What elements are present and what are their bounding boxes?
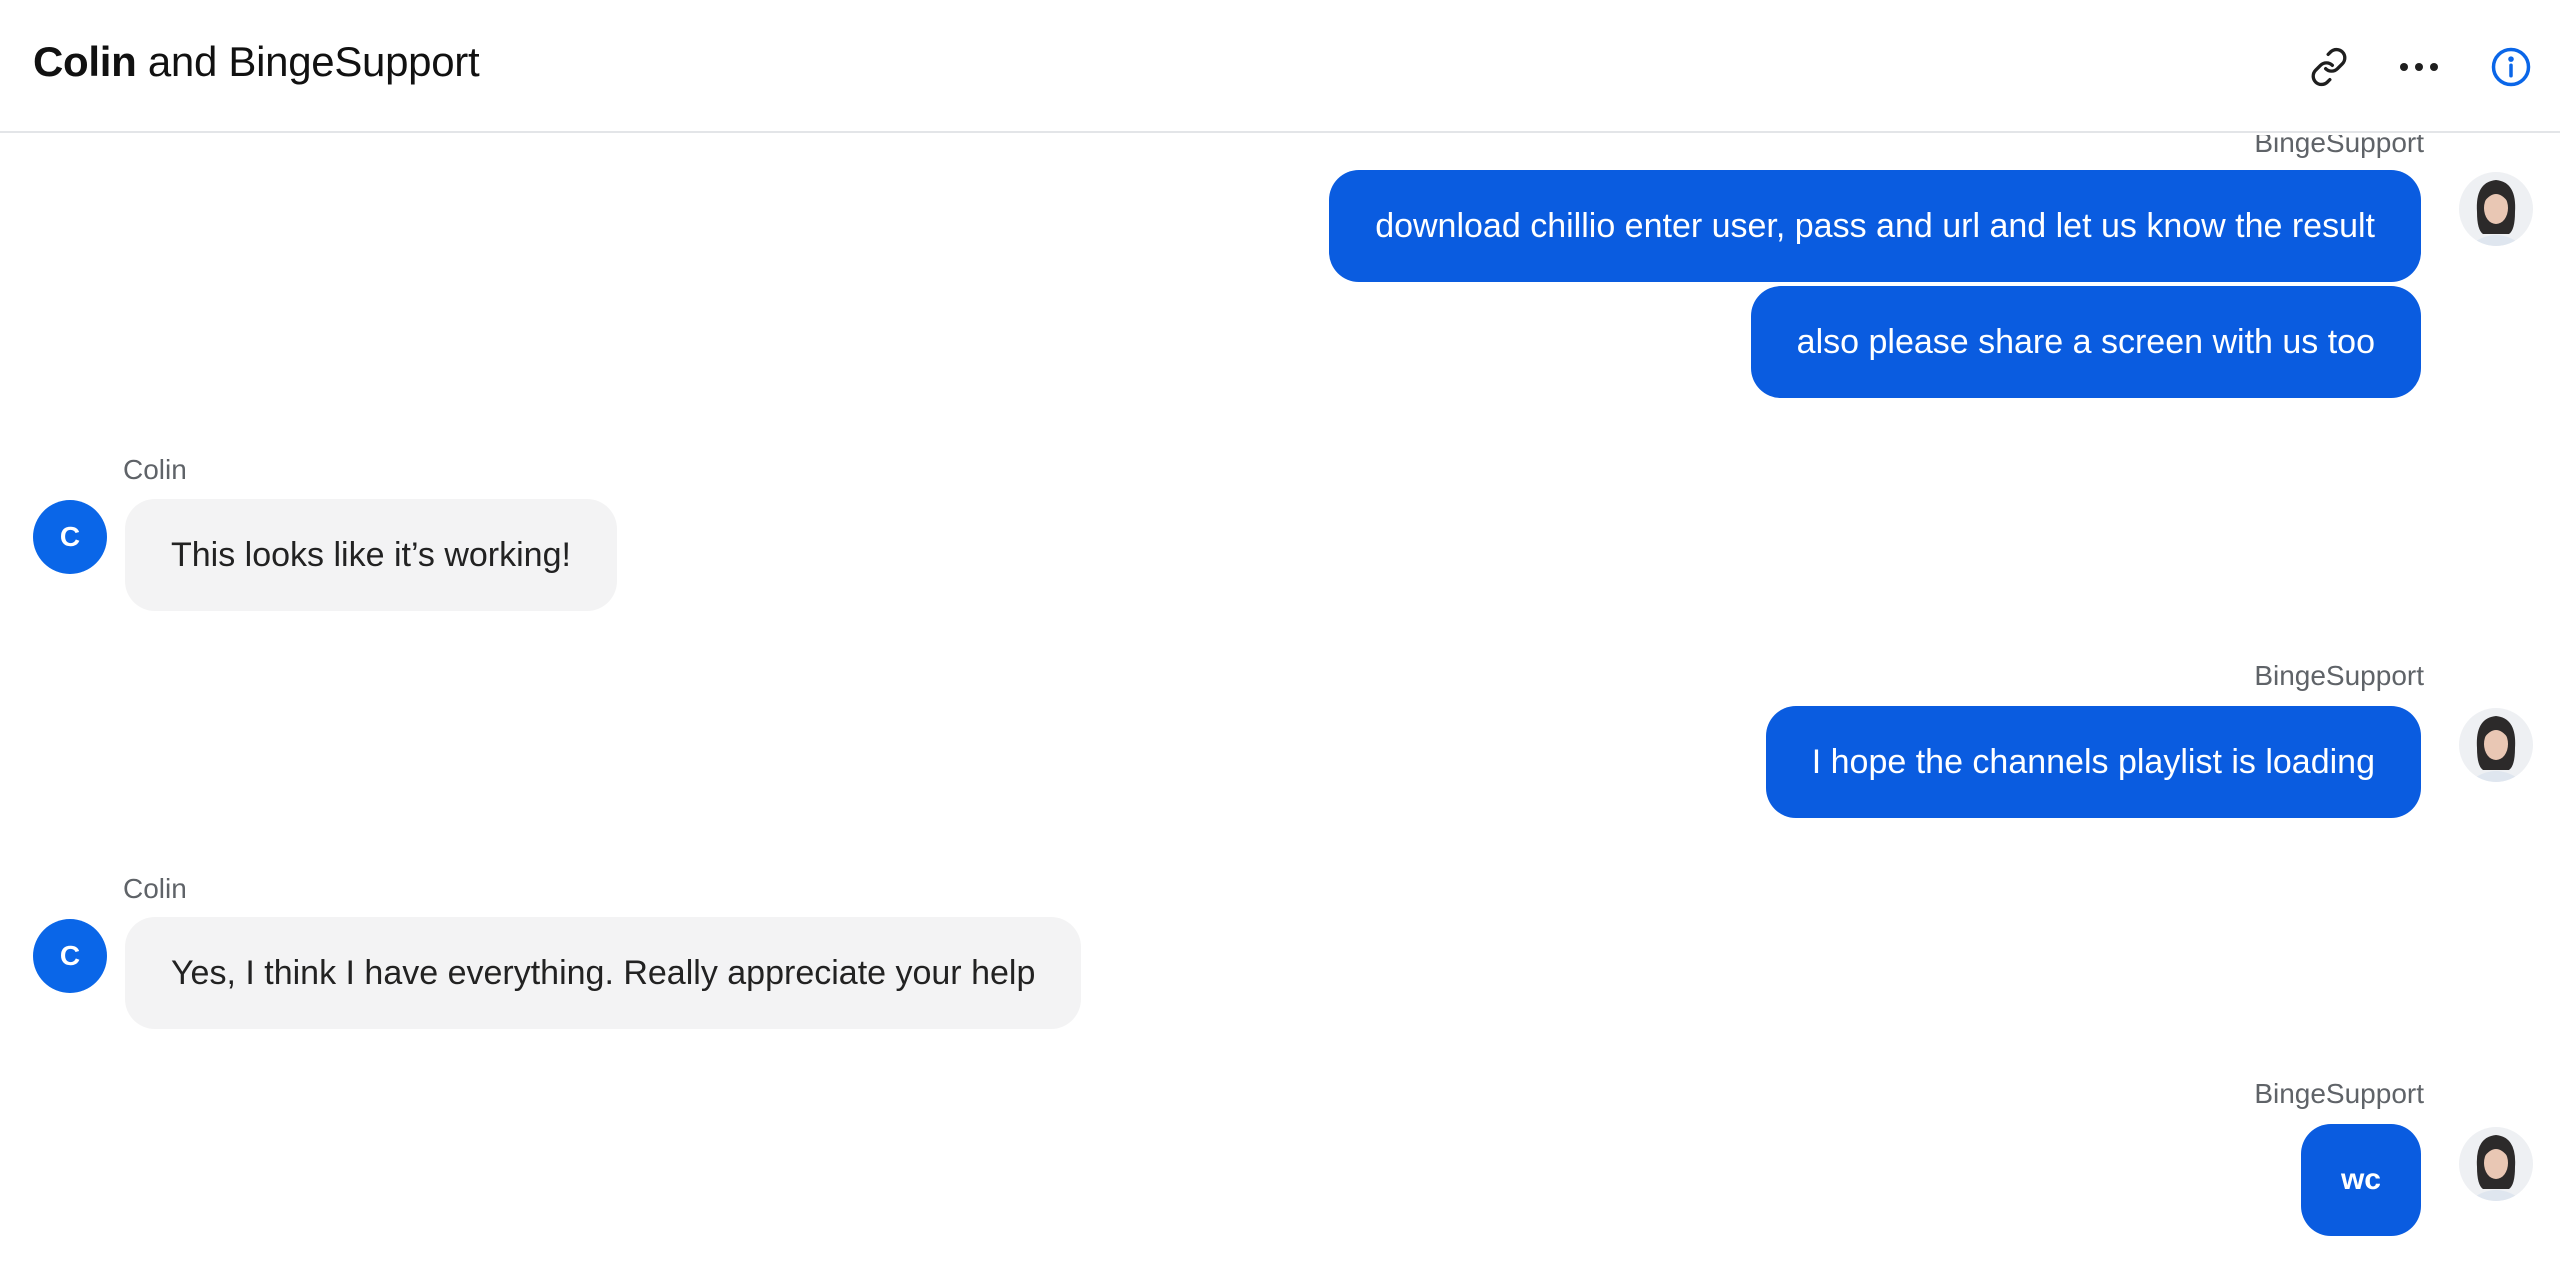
conversation-header: Colin and BingeSupport <box>0 0 2560 133</box>
message-bubble-outgoing[interactable]: also please share a screen with us too <box>1750 286 2421 398</box>
sender-name: BingeSupport <box>2254 660 2424 691</box>
sender-name: Colin <box>123 873 187 904</box>
message-thread[interactable]: BingeSupport download chillio enter user… <box>0 135 2560 1280</box>
header-actions <box>2300 0 2560 133</box>
message-bubble-incoming[interactable]: Yes, I think I have everything. Really a… <box>125 917 1082 1029</box>
user-avatar: C <box>33 919 107 993</box>
message-bubble-outgoing[interactable]: download chillio enter user, pass and ur… <box>1329 170 2421 282</box>
agent-avatar <box>2459 708 2533 782</box>
more-icon[interactable] <box>2390 38 2448 96</box>
conversation-title: Colin and BingeSupport <box>33 38 480 85</box>
message-bubble-incoming[interactable]: This looks like it’s working! <box>125 499 617 611</box>
link-icon[interactable] <box>2300 38 2358 96</box>
agent-avatar <box>2459 172 2533 246</box>
message-bubble-outgoing[interactable]: I hope the channels playlist is loading <box>1765 706 2421 818</box>
sender-name: BingeSupport <box>2254 1078 2424 1109</box>
user-avatar: C <box>33 500 107 574</box>
sender-name: BingeSupport <box>2254 135 2424 158</box>
agent-avatar <box>2459 1127 2533 1201</box>
info-icon[interactable] <box>2482 38 2540 96</box>
sender-name: Colin <box>123 454 187 485</box>
message-bubble-outgoing[interactable]: wc <box>2300 1124 2421 1236</box>
